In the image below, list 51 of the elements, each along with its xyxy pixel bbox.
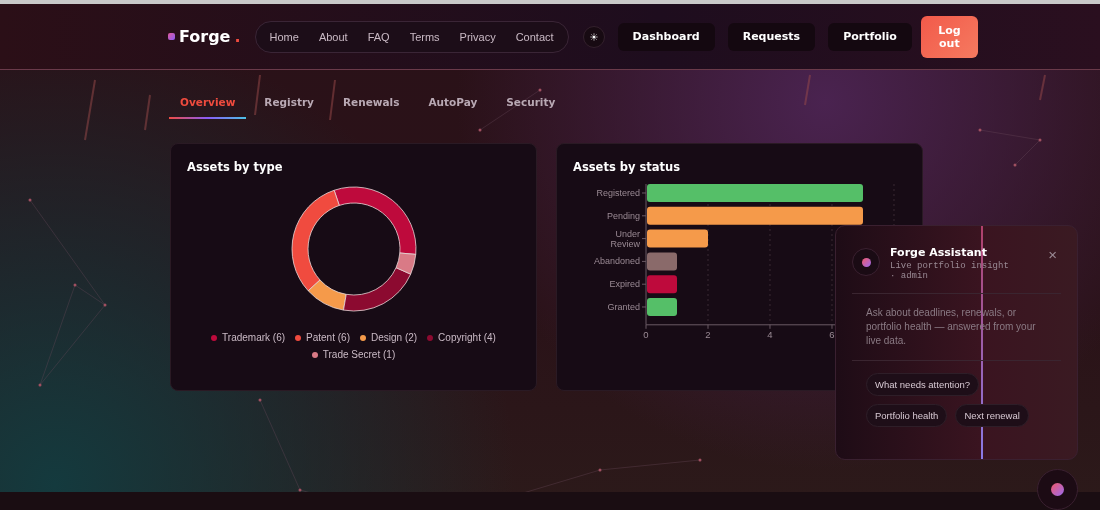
- legend-dot: [359, 334, 366, 341]
- suggestion-chip[interactable]: Portfolio health: [866, 404, 948, 427]
- legend-label: Patent (6): [306, 332, 350, 343]
- legend-dot: [427, 334, 434, 341]
- card-title: Assets by status: [573, 160, 682, 174]
- tick-label: 2: [705, 328, 711, 340]
- legend-dot: [311, 351, 318, 358]
- logo-icon: [168, 33, 175, 40]
- tab[interactable]: AutoPay: [417, 92, 489, 119]
- nav-button[interactable]: Portfolio: [828, 22, 912, 51]
- category-label: Granted: [607, 302, 640, 312]
- suggestion-chip[interactable]: What needs attention?: [866, 373, 980, 396]
- bar: [647, 298, 677, 316]
- brand-name: Forge .: [179, 27, 241, 46]
- bar: [647, 252, 677, 271]
- nav-link[interactable]: About: [310, 26, 356, 47]
- tick-label: 4: [767, 328, 773, 340]
- theme-toggle[interactable]: [582, 25, 605, 48]
- legend-label: Design (2): [370, 332, 418, 343]
- tab[interactable]: Registry: [253, 92, 325, 119]
- card-title: Assets by type: [187, 160, 284, 174]
- tab[interactable]: Security: [495, 92, 567, 119]
- nav-button[interactable]: Dashboard: [617, 22, 715, 51]
- tab[interactable]: Renewals: [331, 92, 411, 119]
- nav-link[interactable]: Contact: [507, 26, 562, 47]
- category-label: Abandoned: [594, 256, 640, 267]
- orb-icon: [1051, 483, 1064, 496]
- suggestion-chip[interactable]: Next renewal: [955, 404, 1029, 427]
- sun-icon: [589, 30, 598, 43]
- bar: [647, 229, 708, 248]
- bar: [647, 275, 677, 294]
- legend-dot: [295, 334, 302, 341]
- nav-link[interactable]: Privacy: [451, 26, 504, 47]
- assistant-title: Forge Assistant: [890, 246, 988, 259]
- tab[interactable]: Overview: [169, 92, 247, 119]
- nav-link[interactable]: FAQ: [359, 26, 398, 47]
- nav-button[interactable]: Requests: [727, 22, 816, 51]
- category-label: Pending: [607, 210, 640, 221]
- category-label: Under Review: [610, 228, 640, 249]
- legend-label: Trade Secret (1): [322, 349, 396, 360]
- legend-dot: [211, 334, 218, 341]
- category-label: Registered: [596, 188, 640, 198]
- legend-label: Copyright (4): [438, 332, 496, 343]
- close-button[interactable]: ×: [1044, 246, 1061, 263]
- category-label: Expired: [609, 279, 640, 290]
- nav-link[interactable]: Terms: [401, 26, 448, 47]
- tick-label: 6: [829, 328, 835, 340]
- orb-icon: [861, 257, 871, 267]
- legend-label: Trademark (6): [222, 332, 286, 343]
- tick-label: 0: [643, 328, 649, 340]
- nav-link[interactable]: Home: [261, 26, 307, 47]
